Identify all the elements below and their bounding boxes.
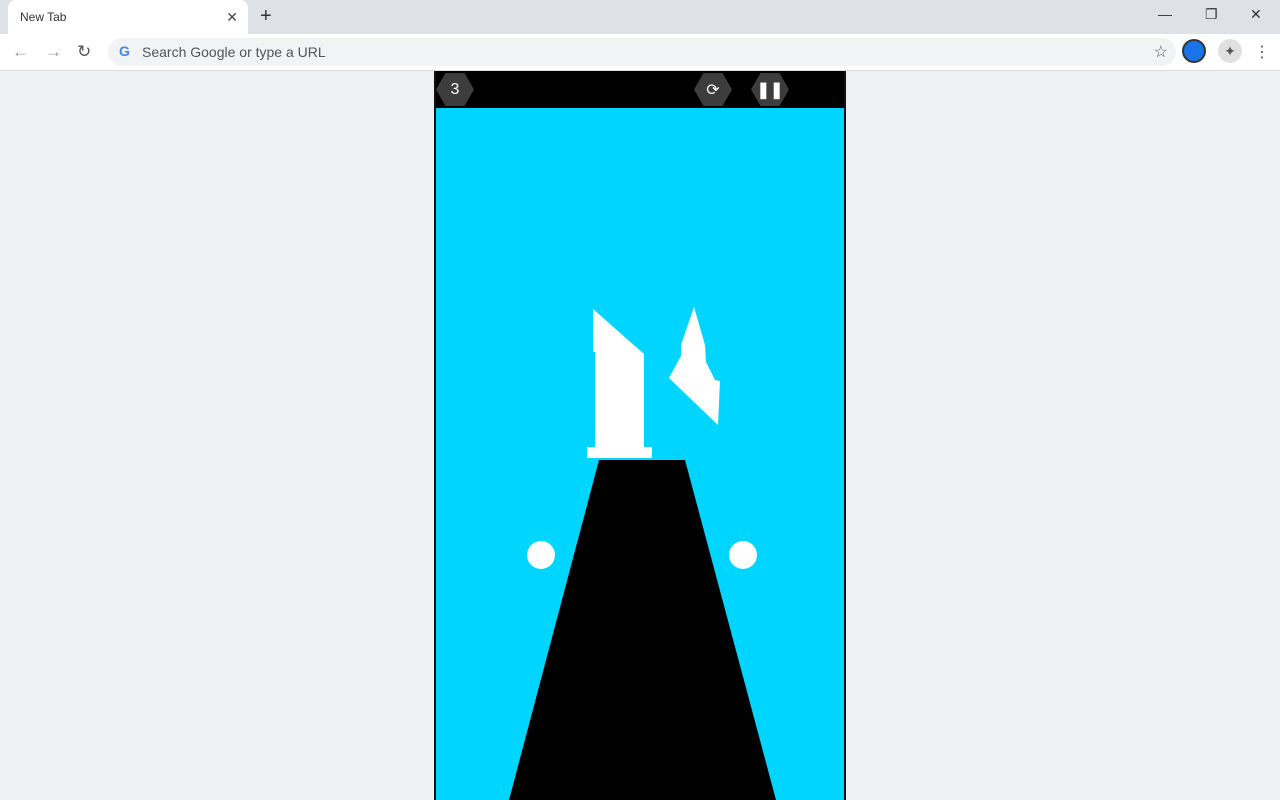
bookmark-star-icon[interactable]: ☆	[1154, 42, 1168, 62]
pause-button[interactable]: ❚❚	[751, 73, 789, 106]
minimize-button[interactable]: —	[1158, 6, 1172, 22]
back-button[interactable]: ←	[12, 42, 29, 62]
restore-button[interactable]: ❐	[1205, 6, 1218, 23]
game-scene	[509, 307, 776, 800]
browser-toolbar: ← → ↻ G Search Google or type a URL ☆ ✦ ⋮	[0, 34, 1280, 71]
refresh-icon: ⟳	[706, 81, 720, 99]
address-placeholder: Search Google or type a URL	[142, 44, 326, 60]
extensions-puzzle-icon[interactable]: ✦	[1218, 39, 1242, 63]
menu-kebab-icon[interactable]: ⋮	[1254, 42, 1270, 62]
close-window-button[interactable]: ✕	[1250, 6, 1262, 23]
restart-button[interactable]: ⟳	[694, 73, 732, 106]
broken-pillar-left	[587, 309, 652, 458]
profile-avatar[interactable]	[1182, 39, 1206, 63]
broken-pillar-fragment	[669, 307, 720, 425]
game-canvas[interactable]: 3 ⟳ ❚❚	[434, 71, 846, 800]
road	[509, 460, 776, 800]
tab-title: New Tab	[20, 10, 67, 24]
address-bar[interactable]: G Search Google or type a URL ☆	[108, 38, 1176, 66]
pause-icon: ❚❚	[756, 81, 784, 99]
google-icon: G	[119, 43, 130, 59]
score-badge: 3	[436, 73, 474, 106]
tab-bar: New Tab ✕ + — ❐ ✕	[0, 0, 1280, 34]
new-tab-button[interactable]: +	[260, 5, 272, 28]
game-hud: 3 ⟳ ❚❚	[436, 71, 844, 108]
forward-button[interactable]: →	[45, 42, 62, 62]
ball-left	[527, 541, 555, 569]
ball-right	[729, 541, 757, 569]
close-tab-icon[interactable]: ✕	[226, 9, 238, 26]
reload-button[interactable]: ↻	[77, 42, 91, 62]
tab-new-tab[interactable]: New Tab ✕	[8, 0, 248, 34]
